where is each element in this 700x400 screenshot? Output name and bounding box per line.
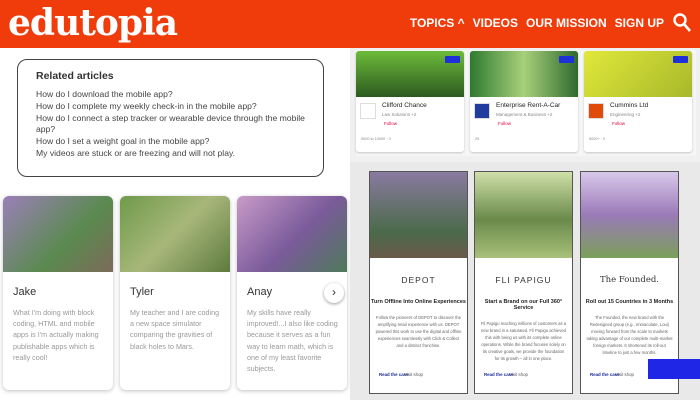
company-banner [470,51,578,97]
brand-name: FLI PAPIGU [495,275,552,285]
company-stats: 5000 to 10000 · 0 [361,137,391,141]
case-study-card[interactable]: FLI PAPIGU Start a Brand on our Full 360… [474,171,573,394]
case-study-card[interactable]: DEPOT Turn Offline Into Online Experienc… [369,171,468,394]
visit-shop-link[interactable]: Visit shop [509,372,528,377]
testimonial-text: My skills have really improved!...I also… [247,308,338,374]
company-name: Cummins Ltd [610,102,649,109]
nav-sign-up[interactable]: SIGN UP [615,16,664,30]
company-logo [474,103,490,119]
related-articles-title: Related articles [36,70,114,82]
case-heading: Roll out 15 Countries in 3 Months [585,299,674,305]
company-industry: Management & Business +2 [496,112,553,117]
nav-videos[interactable]: VIDEOS [473,16,518,30]
follow-button[interactable]: Follow [498,121,511,126]
edutopia-logo[interactable]: edutopia [8,0,178,48]
case-description: Fli Papigu reaching millions of customer… [480,321,567,361]
follow-button[interactable]: Follow [384,121,397,126]
case-image [475,172,572,258]
case-description: The Founded, the new brand with the Rede… [586,315,673,355]
testimonial-text: What I'm doing with block coding, HTML a… [13,308,99,362]
site-header: edutopia TOPICS ^ VIDEOS OUR MISSION SIG… [0,0,700,48]
follow-button[interactable]: Follow [612,121,625,126]
company-banner [584,51,692,97]
student-photo [237,196,347,272]
carousel-next-button[interactable]: › [324,283,344,303]
nav-our-mission[interactable]: OUR MISSION [526,16,607,30]
student-name: Tyler [130,286,154,298]
brand-name: DEPOT [401,275,436,285]
floating-button[interactable] [648,359,700,379]
related-link[interactable]: How do I connect a step tracker or weara… [36,113,307,135]
case-heading: Start a Brand on our Full 360° Service [484,299,563,311]
company-logo [360,103,376,119]
testimonial-card[interactable]: Tyler My teacher and I are coding a new … [120,196,230,390]
case-image [370,172,467,258]
company-card[interactable]: Enterprise Rent-A-Car Management & Busin… [470,51,578,152]
company-logo [588,103,604,119]
main-nav: TOPICS ^ VIDEOS OUR MISSION SIGN UP [410,16,664,30]
company-card[interactable]: Clifford Chance Law Solutions +2 Follow … [356,51,464,152]
student-photo [3,196,113,272]
related-link[interactable]: How do I download the mobile app? [36,89,307,100]
badge [559,56,574,63]
student-name: Jake [13,286,37,298]
related-link[interactable]: How do I set a weight goal in the mobile… [36,136,307,147]
company-name: Enterprise Rent-A-Car [496,102,561,109]
company-name: Clifford Chance [382,102,427,109]
visit-shop-link[interactable]: Visit shop [615,372,634,377]
case-heading: Turn Offline Into Online Experiences [371,299,466,305]
company-stats: 5000+ · 0 [589,137,606,141]
case-description: Follow the pioneers of DEPOT to discover… [375,315,462,348]
badge [445,56,460,63]
badge [673,56,688,63]
search-icon[interactable] [672,12,692,34]
nav-topics[interactable]: TOPICS ^ [410,16,465,30]
testimonial-text: My teacher and I are coding a new space … [130,308,220,351]
related-link[interactable]: My videos are stuck or are freezing and … [36,148,307,159]
company-stats: 25 [475,137,480,141]
student-photo [120,196,230,272]
company-industry: Law Solutions +2 [382,112,417,117]
company-banner [356,51,464,97]
related-link[interactable]: How do I complete my weekly check-in in … [36,101,307,112]
company-card[interactable]: Cummins Ltd Engineering +2 Follow 5000+ … [584,51,692,152]
case-image [581,172,678,258]
testimonial-card[interactable]: Jake What I'm doing with block coding, H… [3,196,113,390]
related-articles-box: Related articles How do I download the m… [17,59,324,177]
brand-name: The Founded. [600,275,659,285]
company-industry: Engineering +2 [610,112,641,117]
visit-shop-link[interactable]: Visit shop [404,372,423,377]
